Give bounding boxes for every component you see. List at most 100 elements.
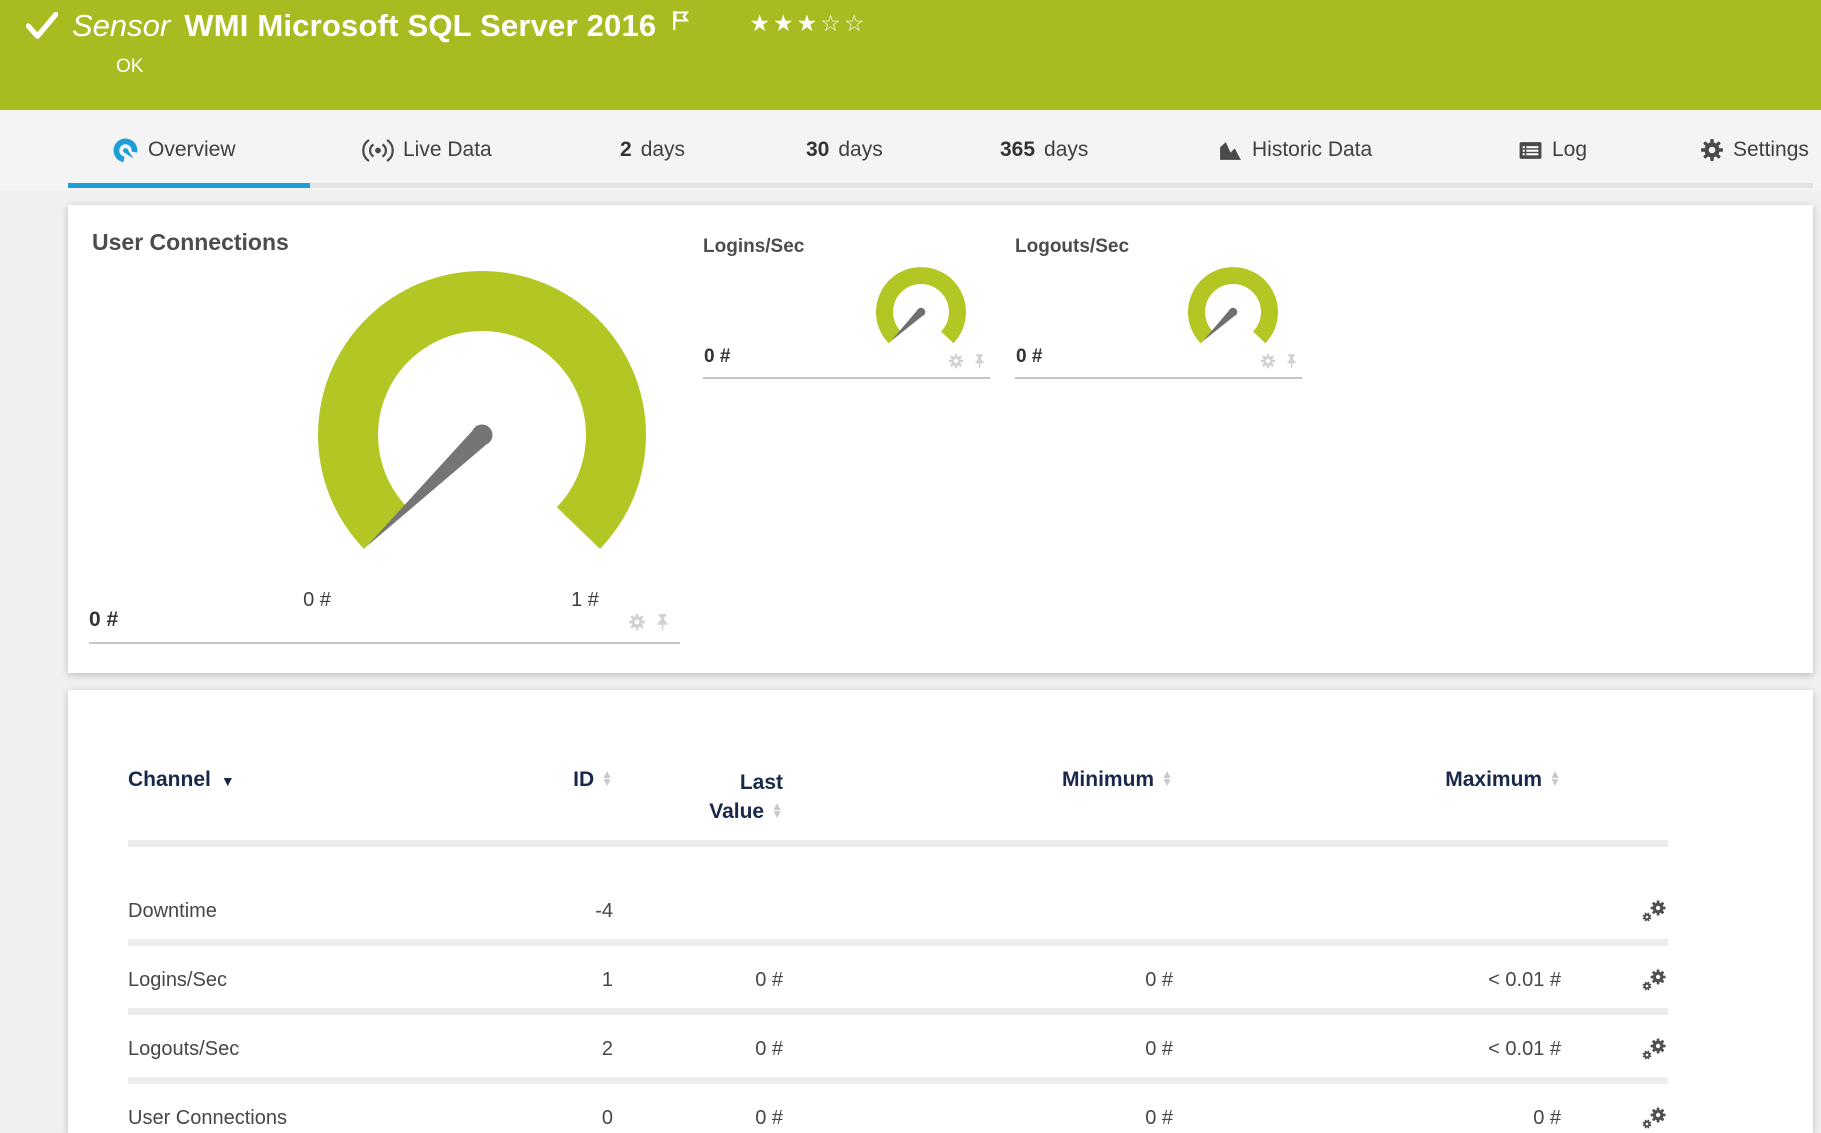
tab-365-days[interactable]: 365 days [1000,132,1088,168]
table-row[interactable]: User Connections 0 0 # 0 # 0 # [128,1087,1668,1133]
status-badge: OK [116,56,144,77]
sensor-status-header: Sensor WMI Microsoft SQL Server 2016 ★★★… [0,0,1821,110]
cell-last-value: 0 # [755,968,783,991]
column-header-channel[interactable]: Channel ▼ [128,768,488,792]
cell-id: -4 [595,899,613,922]
flag-icon[interactable] [672,10,690,31]
column-header-last-value[interactable]: Last Value ▲ ▼ [613,768,783,826]
tab-label: Log [1552,138,1588,161]
channel-settings-gears-icon[interactable] [1641,899,1668,924]
tab-log[interactable]: Log [1518,132,1587,168]
column-header-maximum[interactable]: Maximum ▲ ▼ [1173,768,1561,792]
gauge-underline [89,642,680,644]
cell-id: 1 [601,968,613,991]
mini-gauge-title: Logouts/Sec [1015,236,1130,257]
cell-last-value: 0 # [755,1106,783,1129]
tab-30-days[interactable]: 30 days [806,132,883,168]
sort-icon: ▲ ▼ [1161,767,1173,790]
primary-gauge-title: User Connections [92,229,289,255]
channel-settings-gears-icon[interactable] [1641,968,1668,993]
cell-minimum: 0 # [1145,1106,1173,1129]
gauge-current-value: 0 # [89,608,119,631]
log-icon [1519,141,1542,159]
active-tab-underline [68,183,310,188]
table-row[interactable]: Logouts/Sec 2 0 # 0 # < 0.01 # [128,1018,1668,1080]
object-kind-label: Sensor [72,8,171,43]
mini-gauge-current: 0 # [1016,346,1043,367]
ok-check-icon [26,11,58,39]
sort-icon: ▲ ▼ [771,799,783,822]
tab-label: Live Data [403,138,492,161]
column-header-label: Channel [128,768,211,791]
gauge-icon [113,138,138,162]
column-header-label: Last [739,771,783,794]
cell-channel: Logouts/Sec [128,1037,240,1060]
tab-label: Historic Data [1252,138,1373,161]
channel-settings-gears-icon[interactable] [1641,1106,1668,1131]
tab-label: Overview [148,138,236,161]
table-header-row: Channel ▼ ID ▲ ▼ Last Value ▲ ▼ Minimum ▲ ▼ Max… [128,768,1668,848]
tab-live-data[interactable]: Live Data [362,132,492,168]
stars-empty: ☆☆ [820,9,868,36]
gauge-pin-icon[interactable] [655,613,670,631]
sort-icon: ▲ ▼ [601,767,613,790]
cell-channel: Downtime [128,899,217,922]
gauge-underline [1015,377,1302,379]
tab-label: days [838,138,883,161]
gauge-pin-icon[interactable] [973,353,986,369]
column-header-id[interactable]: ID ▲ ▼ [488,768,613,792]
sort-desc-icon: ▼ [220,773,235,789]
tab-overview[interactable]: Overview [112,132,236,168]
page-title: WMI Microsoft SQL Server 2016 [184,8,657,43]
cell-maximum: < 0.01 # [1488,1037,1561,1060]
tab-2-days[interactable]: 2 days [620,132,685,168]
cell-minimum: 0 # [1145,1037,1173,1060]
tab-value: 2 [620,138,632,161]
tab-historic-data[interactable]: Historic Data [1218,132,1372,168]
logins-sec-gauge [876,267,966,344]
priority-stars[interactable]: ★★★☆☆ [749,10,867,37]
channels-table-panel: Channel ▼ ID ▲ ▼ Last Value ▲ ▼ Minimum ▲ ▼ Max… [68,690,1813,1133]
gauge-scale-max: 1 # [571,589,599,611]
cell-channel: User Connections [128,1106,287,1129]
tab-label: Settings [1733,138,1809,161]
column-header-label: ID [573,768,595,791]
column-header-label: Value [709,800,765,823]
tabbar-divider [68,183,1813,188]
gauge-settings-gear-icon[interactable] [948,353,964,369]
tab-label: days [640,138,686,161]
gauge-underline [703,377,990,379]
cell-last-value: 0 # [755,1037,783,1060]
column-header-label: Maximum [1445,768,1543,791]
cell-channel: Logins/Sec [128,968,227,991]
area-chart-icon [1220,141,1241,160]
mini-gauge-current: 0 # [704,346,731,367]
channel-settings-gears-icon[interactable] [1641,1037,1668,1062]
gauge-settings-gear-icon[interactable] [1260,353,1276,369]
header-separator [128,840,1668,847]
row-separator [128,1077,1668,1084]
broadcast-icon [362,138,394,162]
cell-maximum: < 0.01 # [1488,968,1561,991]
logouts-sec-gauge [1188,267,1278,344]
row-separator [128,939,1668,946]
tab-settings[interactable]: Settings [1700,132,1809,168]
column-header-minimum[interactable]: Minimum ▲ ▼ [783,768,1173,792]
gauge-pin-icon[interactable] [1285,353,1298,369]
gauge-settings-gear-icon[interactable] [628,613,646,631]
table-row[interactable]: Logins/Sec 1 0 # 0 # < 0.01 # [128,949,1668,1011]
user-connections-gauge [318,271,646,549]
table-row[interactable]: Downtime -4 [128,880,1668,942]
column-header-label: Minimum [1061,768,1155,791]
tab-value: 30 [806,138,830,161]
overview-gauges-panel: User Connections 0 # 1 # 0 # Logins/Sec [68,205,1813,673]
tab-label: days [1044,138,1089,161]
gear-icon [1701,139,1723,161]
cell-maximum: 0 # [1533,1106,1561,1129]
row-separator [128,1008,1668,1015]
cell-id: 0 [601,1106,613,1129]
stars-filled: ★★★ [749,9,821,36]
mini-gauge-title: Logins/Sec [703,236,805,257]
sort-icon: ▲ ▼ [1549,767,1561,790]
cell-id: 2 [601,1037,613,1060]
